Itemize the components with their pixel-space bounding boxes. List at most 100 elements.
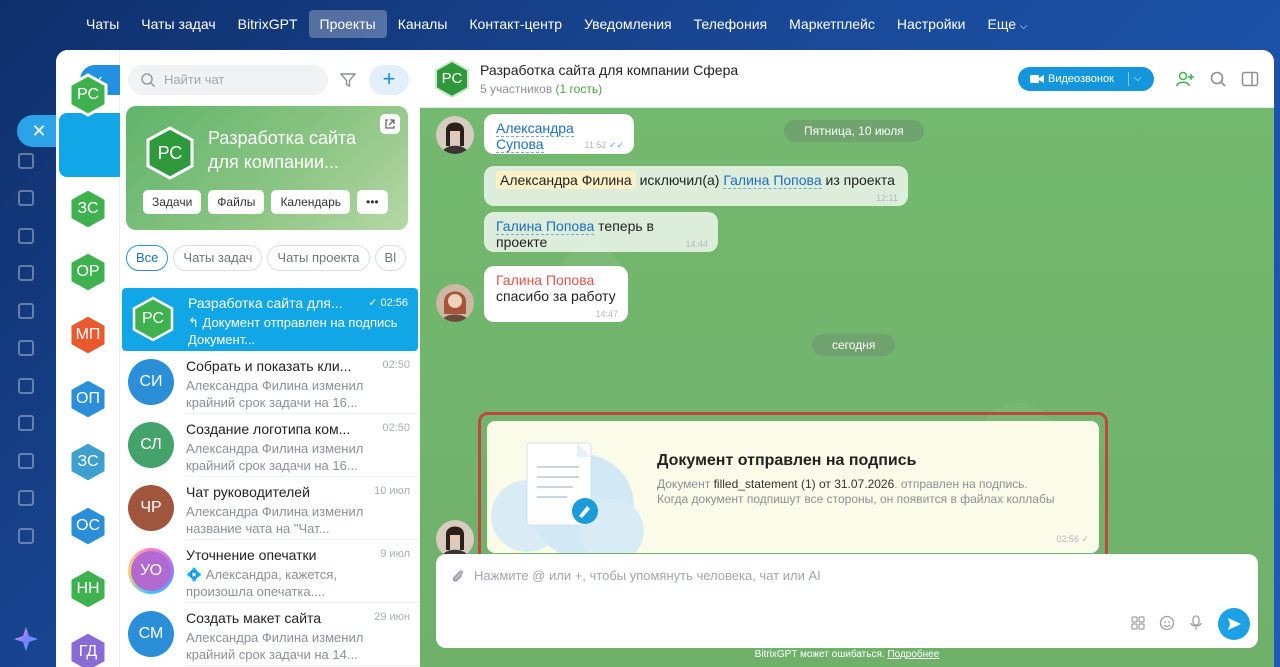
nav-channels[interactable]: Каналы <box>387 10 459 38</box>
chat-avatar: УО <box>128 548 174 594</box>
chat-time: 9 июл <box>380 548 410 560</box>
new-chat-button[interactable]: + <box>369 65 409 95</box>
recent-chat-avatar[interactable]: НН <box>66 567 110 611</box>
camera-icon <box>1030 75 1044 83</box>
tab-task-chats[interactable]: Чаты задач <box>173 245 263 271</box>
background-sidebar: ✕ <box>0 50 61 667</box>
nav-marketplace[interactable]: Маркетплейс <box>778 10 886 38</box>
nav-bitrixgpt[interactable]: BitrixGPT <box>227 10 309 38</box>
chevron-down-icon[interactable]: ⌵ <box>1134 67 1142 91</box>
top-nav: Чаты Чаты задач BitrixGPT Проекты Каналы… <box>75 10 1039 38</box>
chat-list-panel: Найти чат + РС Разработка сайта для комп… <box>120 50 420 667</box>
active-highlight <box>59 113 120 177</box>
avatar[interactable] <box>436 520 474 558</box>
nav-projects[interactable]: Проекты <box>308 10 387 38</box>
add-user-icon[interactable] <box>1176 70 1194 88</box>
recent-chat-avatar[interactable]: МП <box>66 313 110 357</box>
chat-list-item[interactable]: СЛ Создание логотипа ком... 02:50 Александр… <box>120 414 420 477</box>
message-author[interactable]: Галина Попова <box>496 272 616 288</box>
conversation-avatar[interactable]: РС <box>432 59 472 99</box>
nav-chats[interactable]: Чаты <box>75 10 130 38</box>
chat-preview: Александра Филина изменил крайний срок з… <box>186 378 364 410</box>
tab-more[interactable]: Вl <box>374 245 407 271</box>
chat-time: 02:50 <box>382 422 410 434</box>
avatar[interactable] <box>436 116 474 154</box>
message-time: 02:56 ✓ <box>1056 534 1089 544</box>
chat-preview: 💠 Александра, кажется, произошла опечатк… <box>186 567 337 599</box>
recent-chat-avatar[interactable]: ОП <box>66 377 110 421</box>
send-button[interactable] <box>1218 608 1250 640</box>
chat-list-item[interactable]: СИ Собрать и показать кли... 02:50 Александ… <box>120 351 420 414</box>
search-placeholder: Найти чат <box>164 72 225 87</box>
avatar-initials: ГД <box>78 643 98 660</box>
messenger-window: ‹ РС ЗС ОР МП ОП ЗС ОС НН ГД Найти чат + РС Разр… <box>56 50 1274 667</box>
learn-more-link[interactable]: Подробнее <box>887 649 939 660</box>
filter-icon[interactable] <box>340 72 356 88</box>
conversation-members[interactable]: 5 участников (1 гость) <box>480 82 602 96</box>
chat-list-item[interactable]: СМ Создать макет сайта 29 июн Александра Фи… <box>120 603 420 666</box>
mention-link[interactable]: Александра Супова <box>496 120 574 153</box>
mention-link[interactable]: Галина Попова <box>723 172 822 189</box>
attach-icon[interactable] <box>450 568 466 584</box>
recent-chat-avatar[interactable]: ОС <box>66 504 110 548</box>
nav-telephony[interactable]: Телефония <box>683 10 778 38</box>
files-button[interactable]: Файлы <box>208 190 265 214</box>
search-icon[interactable] <box>1209 70 1227 88</box>
recent-chat-avatar[interactable]: ГД <box>66 630 110 667</box>
chat-list: РС Разработка сайта для... ✓ 02:56 ↰ Докуме… <box>120 288 420 666</box>
nav-settings[interactable]: Настройки <box>886 10 977 38</box>
recent-chat-avatar[interactable]: ЗС <box>66 187 110 231</box>
emoji-icon[interactable] <box>1159 615 1175 631</box>
ai-disclaimer: BitrixGPT может ошибаться. Подробнее <box>754 649 940 660</box>
video-call-button[interactable]: Видеозвонок ⌵ <box>1018 67 1154 91</box>
avatar[interactable] <box>436 284 474 322</box>
external-link-icon[interactable] <box>380 114 400 134</box>
ai-assistant-icon[interactable] <box>12 625 40 653</box>
nav-more[interactable]: Еще ⌵ <box>977 10 1039 38</box>
avatar-initials: ОП <box>76 390 100 407</box>
message-time: 14:44 <box>685 239 708 249</box>
chat-title: Создать макет сайта <box>186 610 322 626</box>
document-description: Документ filled_statement (1) от 31.07.2… <box>657 477 1055 506</box>
mention-link[interactable]: Галина Попова <box>496 218 595 235</box>
system-message: Александра Филина исключил(а) Галина Поп… <box>484 166 908 206</box>
conversation-title[interactable]: Разработка сайта для компании Сфера <box>480 62 738 78</box>
tasks-button[interactable]: Задачи <box>143 190 202 214</box>
message-bubble[interactable]: Галина Попова спасибо за работу 14:47 <box>484 266 628 322</box>
tab-all[interactable]: Все <box>126 245 169 271</box>
user-name[interactable]: Александра Филина <box>496 171 636 189</box>
recent-chat-avatar[interactable]: ЗС <box>66 440 110 484</box>
message-input[interactable]: Нажмите @ или +, чтобы упомянуть человек… <box>436 554 1258 648</box>
recent-chats-strip: ‹ РС ЗС ОР МП ОП ЗС ОС НН ГД <box>56 50 120 667</box>
bg-icon <box>18 453 34 469</box>
message-bubble[interactable]: Александра Супова 11:52 ✓✓ <box>484 114 634 154</box>
tab-project-chats[interactable]: Чаты проекта <box>267 245 370 271</box>
input-placeholder: Нажмите @ или +, чтобы упомянуть человек… <box>474 568 821 583</box>
document-file-link[interactable]: filled_statement (1) от 31.07.2026 <box>714 477 895 491</box>
apps-icon[interactable] <box>1131 616 1145 630</box>
calendar-button[interactable]: Календарь <box>271 190 351 214</box>
chat-list-item[interactable]: УО Уточнение опечатки 9 июл 💠 Александра, к… <box>120 540 420 603</box>
nav-contact-center[interactable]: Контакт-центр <box>458 10 573 38</box>
microphone-icon[interactable] <box>1189 615 1203 631</box>
highlight-frame: Документ отправлен на подпись Документ f… <box>478 412 1108 562</box>
chat-time: 29 июн <box>374 611 410 623</box>
chat-avatar: ЧР <box>128 485 174 531</box>
chat-title: Разработка сайта для... <box>188 295 343 311</box>
recent-chat-avatar[interactable]: РС <box>66 73 110 117</box>
chat-avatar: РС <box>130 296 176 342</box>
nav-notifications[interactable]: Уведомления <box>573 10 683 38</box>
document-message[interactable]: Документ отправлен на подпись Документ f… <box>487 421 1099 553</box>
more-button[interactable]: ••• <box>357 190 388 214</box>
message-time: 12:11 <box>876 193 898 203</box>
nav-task-chats[interactable]: Чаты задач <box>130 10 226 38</box>
search-input[interactable]: Найти чат <box>128 65 328 95</box>
recent-chat-avatar[interactable]: ОР <box>66 250 110 294</box>
conversation-header: РС Разработка сайта для компании Сфера 5… <box>420 50 1274 108</box>
sidebar-toggle-icon[interactable] <box>1241 70 1259 88</box>
chat-list-item[interactable]: РС Разработка сайта для... ✓ 02:56 ↰ Докуме… <box>122 288 418 351</box>
bg-icon <box>18 228 34 244</box>
system-message: Галина Попова теперь в проекте 14:44 <box>484 212 718 252</box>
chat-list-item[interactable]: ЧР Чат руководителей 10 июл Александра Фили… <box>120 477 420 540</box>
project-card: РС Разработка сайта для компании... Зада… <box>126 106 408 230</box>
